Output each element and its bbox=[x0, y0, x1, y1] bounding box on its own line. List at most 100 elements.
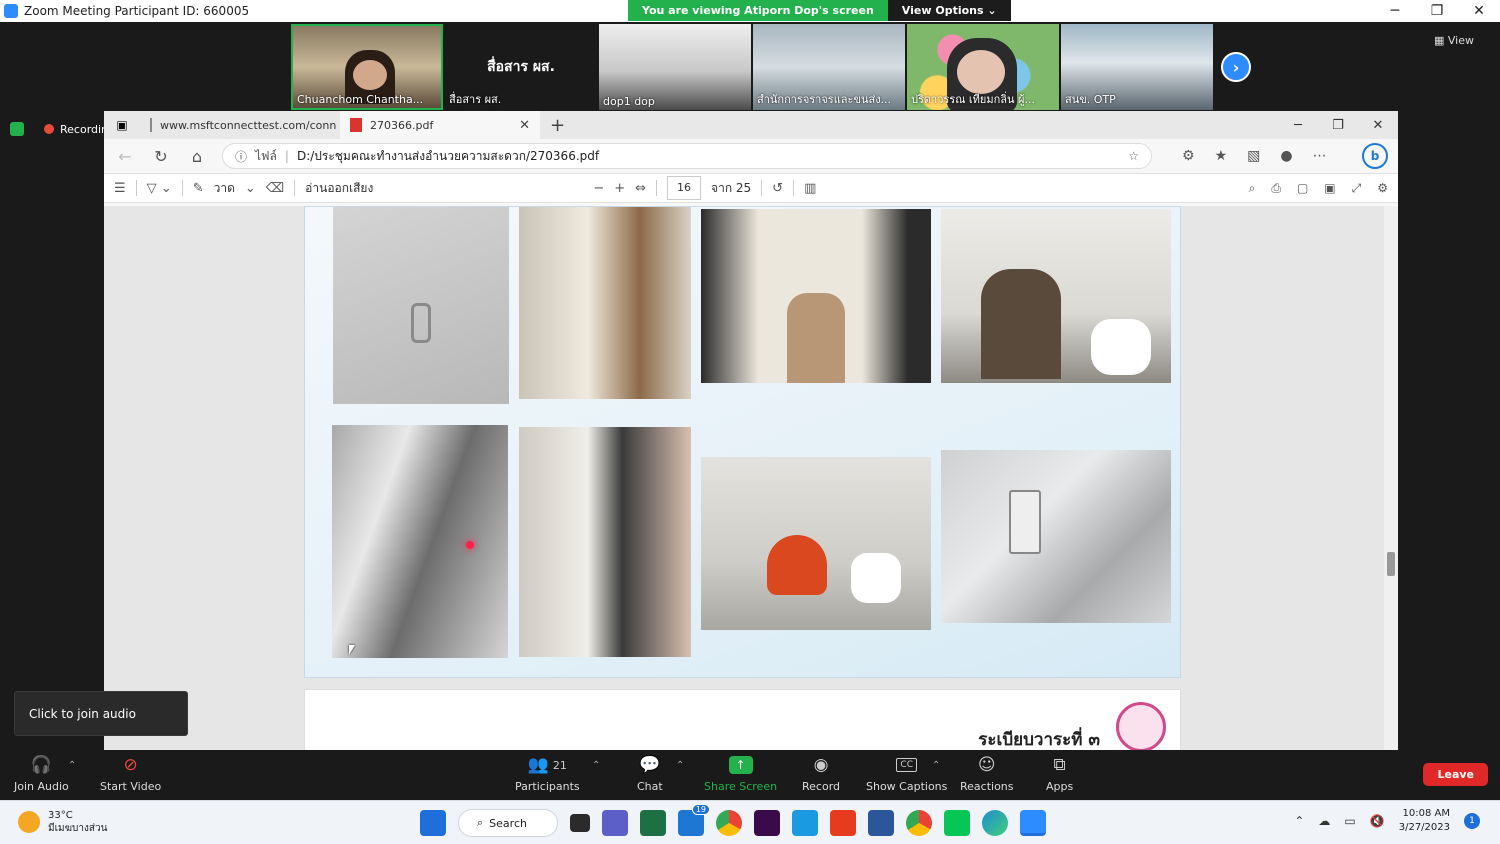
chevron-up-icon[interactable]: ⌃ bbox=[932, 760, 940, 771]
bing-icon[interactable]: b bbox=[1362, 143, 1388, 169]
windows-start-icon[interactable] bbox=[420, 810, 446, 836]
info-icon[interactable]: ⓘ bbox=[235, 148, 247, 165]
collections-icon[interactable]: ▧ bbox=[1247, 148, 1260, 164]
zoom-in-icon[interactable]: + bbox=[614, 181, 625, 196]
draw-icon[interactable]: ✎ bbox=[193, 181, 204, 196]
chevron-up-icon[interactable]: ⌃ bbox=[592, 760, 600, 771]
zoom-logo-icon bbox=[4, 4, 18, 18]
join-audio-button[interactable]: 🎧 Join Audio bbox=[14, 754, 69, 793]
profile-icon[interactable]: ● bbox=[1280, 148, 1292, 164]
next-page-arrow-icon[interactable]: › bbox=[1221, 52, 1251, 82]
divider bbox=[181, 180, 183, 196]
tab-msftconnecttest[interactable]: www.msftconnecttest.com/conn bbox=[140, 111, 340, 139]
start-video-button[interactable]: ⊘ Start Video bbox=[100, 754, 161, 793]
print-icon[interactable]: ⎙ bbox=[1271, 181, 1281, 196]
page-view-icon[interactable]: ▥ bbox=[804, 181, 816, 196]
onedrive-icon[interactable]: ☁ bbox=[1318, 814, 1330, 828]
tab-pdf[interactable]: 270366.pdf ✕ bbox=[340, 111, 540, 139]
edge-icon[interactable] bbox=[982, 810, 1008, 836]
pdf-scrollbar[interactable] bbox=[1384, 206, 1398, 750]
favorite-add-icon[interactable]: ☆ bbox=[1128, 149, 1139, 163]
volume-muted-icon[interactable]: 🔇 bbox=[1370, 814, 1385, 828]
teams-icon[interactable] bbox=[602, 810, 628, 836]
draw-button[interactable]: วาด bbox=[214, 179, 235, 198]
chevron-up-icon[interactable]: ⌃ bbox=[676, 760, 684, 771]
participant-face bbox=[957, 50, 1005, 94]
record-button[interactable]: ◉ Record bbox=[802, 754, 840, 793]
taskbar-search[interactable]: ⌕ Search bbox=[458, 809, 558, 837]
close-icon[interactable]: ✕ bbox=[1458, 0, 1500, 22]
fullscreen-icon[interactable]: ⤢ bbox=[1352, 181, 1362, 196]
view-options-button[interactable]: View Options ⌄ bbox=[887, 0, 1011, 21]
participant-name: สื่อสาร ผส. bbox=[449, 93, 502, 106]
participants-button[interactable]: 👥 21 Participants bbox=[515, 754, 580, 793]
chrome-profile-icon[interactable] bbox=[906, 810, 932, 836]
chevron-down-icon[interactable]: ⌄ bbox=[245, 181, 256, 196]
thumbnail[interactable]: สนข. OTP bbox=[1061, 24, 1213, 110]
settings-gear-icon[interactable]: ⚙ bbox=[1377, 181, 1388, 196]
fit-page-icon[interactable]: ⇔ bbox=[635, 181, 646, 196]
restore-icon[interactable]: ❐ bbox=[1416, 0, 1458, 22]
chevron-up-icon[interactable]: ⌃ bbox=[1294, 814, 1304, 828]
participant-name: สำนักการจราจรและขนส่ง... bbox=[757, 93, 892, 106]
reactions-button[interactable]: ☺ Reactions bbox=[960, 754, 1014, 793]
page-heading: ระเบียบวาระที่ ๓ bbox=[978, 730, 1100, 750]
mail-icon[interactable]: 19 bbox=[678, 804, 710, 836]
smiley-icon: ☺ bbox=[977, 755, 996, 775]
eraser-icon[interactable]: ⌫ bbox=[266, 181, 284, 196]
thumbnail[interactable]: ปริดาวรรณ เทียมกลิ่น ผู้... bbox=[907, 24, 1059, 110]
close-icon[interactable]: ✕ bbox=[1358, 111, 1398, 139]
premiere-icon[interactable] bbox=[754, 810, 780, 836]
pdf-viewport[interactable]: ระเบียบวาระที่ ๓ bbox=[104, 206, 1384, 750]
view-button[interactable]: ▦ View bbox=[1434, 34, 1474, 47]
scrollbar-thumb[interactable] bbox=[1387, 552, 1395, 576]
extensions-icon[interactable]: ⚙ bbox=[1182, 148, 1195, 164]
chevron-up-icon[interactable]: ⌃ bbox=[68, 760, 76, 771]
display-icon[interactable]: ▭ bbox=[1344, 814, 1355, 828]
chat-button[interactable]: 💬 Chat bbox=[637, 754, 663, 793]
address-bar[interactable]: ⓘ ไฟล์ | D:/ประชุมคณะทำงานส่งอำนวยความสะ… bbox=[222, 143, 1152, 169]
weather-widget[interactable]: 33°C มีเมฆบางส่วน bbox=[18, 809, 107, 835]
zoom-app-icon[interactable] bbox=[1020, 810, 1046, 836]
clock[interactable]: 10:08 AM 3/27/2023 bbox=[1399, 807, 1450, 835]
back-icon[interactable]: ← bbox=[114, 147, 136, 166]
apps-button[interactable]: ⧉ Apps bbox=[1046, 754, 1073, 793]
photo-inspect-toilet bbox=[701, 457, 931, 630]
tab-actions-icon[interactable]: ▣ bbox=[104, 111, 140, 139]
thumbnail[interactable]: Chuanchom Chantha... bbox=[291, 24, 443, 110]
word-icon[interactable] bbox=[868, 810, 894, 836]
rotate-icon[interactable]: ↺ bbox=[772, 181, 783, 196]
more-icon[interactable]: ⋯ bbox=[1313, 148, 1327, 164]
save-as-icon[interactable]: ▣ bbox=[1324, 181, 1335, 196]
chrome-icon[interactable] bbox=[716, 810, 742, 836]
notification-badge[interactable]: 1 bbox=[1464, 813, 1480, 829]
share-arrow-icon: ↑ bbox=[728, 756, 753, 774]
leave-button[interactable]: Leave bbox=[1423, 763, 1488, 786]
thumbnail[interactable]: สำนักการจราจรและขนส่ง... bbox=[753, 24, 905, 110]
thumbnail[interactable]: สื่อสาร ผส. สื่อสาร ผส. bbox=[445, 24, 597, 110]
search-icon[interactable]: ⌕ bbox=[1249, 181, 1256, 196]
page-number-input[interactable]: 16 bbox=[667, 176, 702, 200]
save-icon[interactable]: ▢ bbox=[1297, 181, 1308, 196]
office-icon[interactable] bbox=[830, 810, 856, 836]
task-view-icon[interactable] bbox=[570, 814, 590, 832]
line-icon[interactable] bbox=[944, 810, 970, 836]
zoom-out-icon[interactable]: − bbox=[593, 181, 604, 196]
thumbnail[interactable]: dop1 dop bbox=[599, 24, 751, 110]
highlight-icon[interactable]: ▽ ⌄ bbox=[147, 181, 172, 196]
address-path: D:/ประชุมคณะทำงานส่งอำนวยความสะดวก/27036… bbox=[296, 148, 600, 163]
excel-icon[interactable] bbox=[640, 810, 666, 836]
minimize-icon[interactable]: ─ bbox=[1278, 111, 1318, 139]
contents-icon[interactable]: ☰ bbox=[114, 181, 126, 196]
home-icon[interactable]: ⌂ bbox=[186, 147, 208, 166]
new-tab-icon[interactable]: + bbox=[540, 115, 575, 136]
share-screen-button[interactable]: ↑ Share Screen bbox=[704, 754, 777, 793]
read-aloud-button[interactable]: อ่านออกเสียง bbox=[305, 179, 373, 198]
refresh-icon[interactable]: ↻ bbox=[150, 147, 172, 166]
temperature: 33°C bbox=[48, 810, 73, 821]
favorites-icon[interactable]: ★ bbox=[1215, 148, 1228, 164]
remote-desktop-icon[interactable] bbox=[792, 810, 818, 836]
restore-icon[interactable]: ❐ bbox=[1318, 111, 1358, 139]
minimize-icon[interactable]: ─ bbox=[1374, 0, 1416, 22]
close-tab-icon[interactable]: ✕ bbox=[519, 118, 530, 133]
